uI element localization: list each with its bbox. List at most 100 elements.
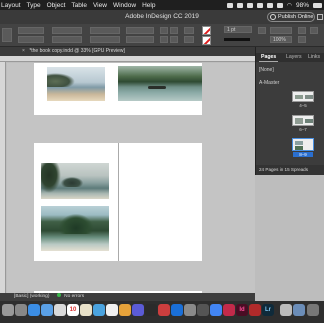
contacts-icon[interactable] (54, 304, 66, 316)
indesign-icon[interactable]: Id (236, 304, 248, 316)
arrange-icon[interactable] (184, 27, 194, 34)
tab-pages[interactable]: Pages (258, 54, 279, 62)
acrobat-icon[interactable] (249, 304, 261, 316)
lightroom-icon[interactable]: Lr (262, 304, 274, 316)
page-thumb-6-7[interactable] (292, 115, 314, 126)
tab-links[interactable]: Links (308, 54, 320, 60)
y-position-field[interactable] (18, 36, 44, 43)
tree-canopy (59, 214, 93, 234)
menubar-extra-icon[interactable] (236, 2, 243, 8)
screen: Layout Type Object Table View Window Hel… (0, 0, 324, 323)
thumb-image (295, 141, 303, 145)
messages-icon[interactable] (132, 304, 144, 316)
publish-online-button[interactable]: Publish Online (267, 12, 315, 22)
menu-view[interactable]: View (93, 2, 107, 9)
menu-layout[interactable]: Layout (1, 2, 21, 9)
effects-icon[interactable] (184, 36, 194, 43)
globe-icon (270, 14, 276, 20)
opacity-field[interactable] (270, 27, 292, 34)
launchpad-icon[interactable] (15, 304, 27, 316)
chrome-icon[interactable] (210, 304, 222, 316)
flip-horizontal-icon[interactable] (170, 27, 178, 34)
music-icon[interactable] (145, 304, 157, 316)
utility-icon[interactable] (197, 304, 209, 316)
menu-type[interactable]: Type (27, 2, 41, 9)
menubar-extra-icon[interactable] (266, 2, 273, 8)
menubar-extra-icon[interactable] (246, 2, 253, 8)
menubar-extra-icon[interactable] (276, 2, 283, 8)
fitting-icon[interactable] (310, 27, 318, 34)
page-thumb-8-9[interactable] (292, 138, 314, 151)
preflight-status[interactable]: No errors (64, 294, 84, 299)
document-tab-label[interactable]: *the book copy.indd @ 33% [GPU Preview] (29, 48, 125, 54)
menubar-extra-icon[interactable] (256, 2, 263, 8)
none-master-row[interactable]: [None] (259, 67, 274, 73)
page-9[interactable] (118, 143, 202, 261)
page-left-top-spread[interactable] (34, 63, 118, 115)
menu-help[interactable]: Help (142, 2, 155, 9)
horizontal-ruler[interactable] (0, 56, 255, 62)
safari-icon[interactable] (28, 304, 40, 316)
vertical-ruler[interactable] (0, 62, 6, 293)
style-status[interactable]: [Basic] (working) (14, 294, 49, 299)
menu-object[interactable]: Object (47, 2, 66, 9)
wifi-icon[interactable]: ◠ (287, 2, 292, 9)
battery-percent: 98% (295, 1, 309, 9)
page-8[interactable] (34, 143, 118, 261)
scale-x-field[interactable] (90, 27, 120, 34)
finder-icon[interactable] (2, 304, 14, 316)
news-icon[interactable] (158, 304, 170, 316)
pasteboard[interactable] (7, 63, 255, 293)
battery-icon[interactable] (313, 2, 322, 8)
dock-app-icon[interactable] (223, 304, 235, 316)
zoom-value: 100% (273, 37, 286, 43)
width-field[interactable] (52, 27, 82, 34)
thumb-image (295, 146, 303, 150)
reminders-icon[interactable] (106, 304, 118, 316)
fill-swatch-none[interactable] (202, 26, 211, 35)
trash-icon[interactable] (307, 304, 319, 316)
palm-trees-image (47, 73, 75, 87)
select-container-icon[interactable] (170, 36, 178, 43)
menu-window[interactable]: Window (113, 2, 136, 9)
rock-island-photo[interactable] (41, 163, 109, 199)
flip-vertical-icon[interactable] (160, 36, 168, 43)
rotate-icon[interactable] (160, 27, 168, 34)
maps-icon[interactable] (93, 304, 105, 316)
auto-fit-checkbox[interactable] (298, 36, 306, 43)
panel-tabs: Pages Layers Links (256, 53, 324, 62)
stroke-weight-field[interactable]: 1 pt (224, 26, 252, 33)
beach-photo[interactable] (47, 67, 105, 101)
stroke-type-preview[interactable] (224, 38, 250, 41)
system-preferences-icon[interactable] (184, 304, 196, 316)
menu-table[interactable]: Table (71, 2, 87, 9)
x-position-field[interactable] (18, 27, 44, 34)
fitting-icon[interactable] (298, 27, 306, 34)
calendar-icon[interactable]: 10 (67, 304, 79, 316)
mail-icon[interactable] (41, 304, 53, 316)
scale-y-field[interactable] (90, 36, 120, 43)
tab-layers[interactable]: Layers (286, 54, 302, 60)
zoom-field[interactable]: 100% (270, 36, 292, 43)
app-store-icon[interactable] (171, 304, 183, 316)
boat-photo[interactable] (118, 66, 202, 101)
a-master-row[interactable]: A-Master (259, 80, 279, 86)
reference-point-icon[interactable] (2, 28, 12, 42)
stroke-swatch-none[interactable] (202, 36, 211, 45)
shear-field[interactable] (126, 36, 154, 43)
jungle-shore-photo[interactable] (41, 206, 109, 251)
notes-icon[interactable] (80, 304, 92, 316)
workspace-icon[interactable] (317, 14, 323, 20)
menubar-extra-icon[interactable] (226, 2, 233, 8)
downloads-icon[interactable] (280, 304, 292, 316)
folder-icon[interactable] (293, 304, 305, 316)
fx-icon[interactable] (258, 27, 266, 34)
height-field[interactable] (52, 36, 82, 43)
page-thumb-4-5[interactable] (292, 91, 314, 102)
page-right-top-spread[interactable] (118, 63, 202, 115)
menu-bar: Layout Type Object Table View Window Hel… (0, 0, 324, 10)
photos-icon[interactable] (119, 304, 131, 316)
rotation-field[interactable] (126, 27, 154, 34)
pages-panel: Pages Layers Links [None] A-Master 4–5 6… (255, 47, 324, 175)
close-tab-icon[interactable]: × (22, 47, 25, 56)
